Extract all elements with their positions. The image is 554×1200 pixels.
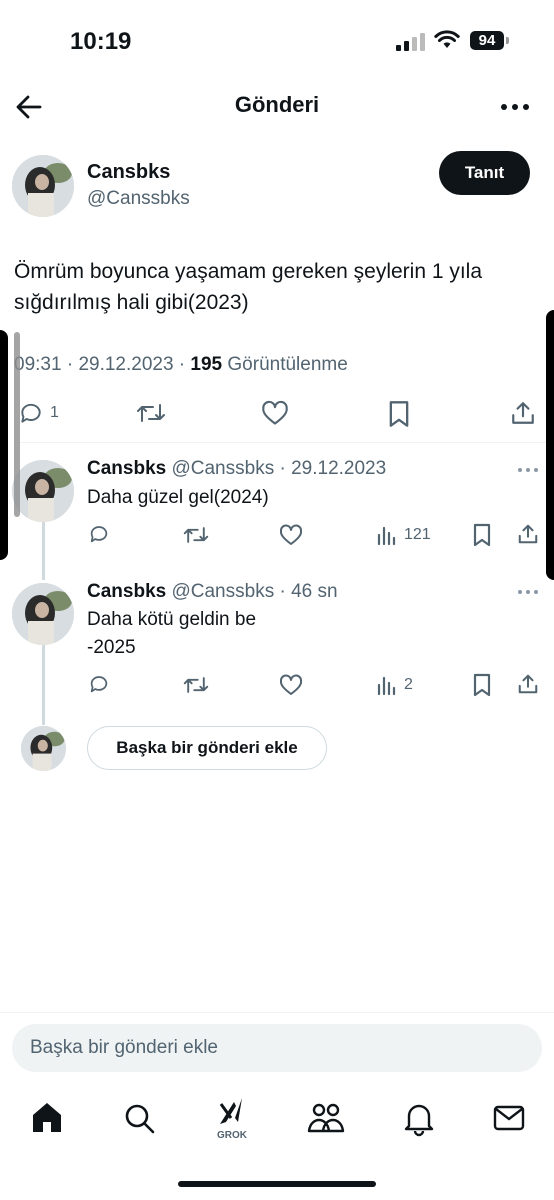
post-time: 09:31 [14, 354, 62, 375]
author-handle[interactable]: @Canssbks [87, 188, 190, 210]
divider [0, 1012, 554, 1013]
reply-button[interactable]: 1 [18, 400, 59, 426]
screen-edge [0, 330, 8, 560]
reply-time: 29.12.2023 [291, 458, 387, 479]
home-icon[interactable] [27, 1098, 67, 1138]
share-icon [518, 674, 538, 694]
status-bar: 10:19 94 [0, 0, 554, 80]
add-post-button[interactable]: Başka bir gönderi ekle [87, 726, 327, 770]
avatar [21, 726, 66, 771]
reply-text-line-1: Daha kötü geldin be [87, 609, 257, 630]
share-button[interactable] [510, 400, 536, 426]
repost-icon [183, 527, 209, 543]
views-label[interactable]: Görüntülenme [227, 354, 347, 375]
reply-author-name[interactable]: Cansbks [87, 581, 166, 602]
like-button[interactable] [261, 400, 289, 426]
compose-input[interactable]: Başka bir gönderi ekle [12, 1024, 542, 1072]
reply-button[interactable] [88, 523, 110, 545]
thread-line [42, 645, 45, 725]
divider [14, 442, 554, 443]
scrollbar[interactable] [14, 332, 20, 517]
reply-icon [90, 676, 108, 693]
repost-icon [137, 404, 165, 422]
reply-count: 1 [50, 404, 59, 421]
avatar[interactable] [12, 155, 74, 217]
thread-line [42, 522, 45, 580]
post-meta: 09:31 · 29.12.2023 · 195 Görüntülenme [14, 354, 348, 375]
repost-button[interactable] [183, 674, 209, 696]
repost-button[interactable] [183, 524, 209, 546]
home-indicator [178, 1181, 376, 1187]
screen: 10:19 94 Gönderi Cansbks @Canssbks Tanıt… [0, 0, 554, 1200]
post-date: 29.12.2023 [78, 354, 174, 375]
author-name[interactable]: Cansbks [87, 161, 170, 184]
reply-time: 46 sn [291, 581, 338, 602]
battery-level: 94 [470, 31, 504, 50]
repost-button[interactable] [136, 400, 166, 426]
grok-label: GROK [217, 1130, 247, 1141]
notifications-icon[interactable] [399, 1098, 439, 1138]
repost-icon [183, 677, 209, 693]
avatar[interactable] [12, 460, 74, 522]
post-text: Ömrüm boyunca yaşamam gereken şeylerin 1… [14, 260, 483, 314]
bookmark-button[interactable] [472, 523, 492, 547]
signal-icon [396, 33, 426, 51]
bookmark-icon [389, 401, 409, 427]
status-time: 10:19 [70, 28, 132, 55]
views-icon [377, 526, 396, 546]
reply-header: Cansbks @Canssbks · 46 sn [87, 581, 338, 602]
bookmark-button[interactable] [387, 400, 411, 428]
more-icon[interactable] [516, 465, 540, 475]
more-icon[interactable] [498, 92, 532, 122]
reply-button[interactable] [88, 673, 110, 695]
messages-icon[interactable] [489, 1098, 529, 1138]
reply-header: Cansbks @Canssbks · 29.12.2023 [87, 458, 387, 479]
share-icon [512, 402, 534, 424]
views-button[interactable]: 2 [376, 674, 413, 696]
like-icon [262, 400, 288, 425]
screen-edge [546, 310, 554, 580]
views-count: 121 [404, 526, 431, 543]
reply-author-name[interactable]: Cansbks [87, 458, 166, 479]
share-button[interactable] [517, 523, 539, 545]
views-count: 2 [404, 676, 413, 693]
bookmark-button[interactable] [472, 673, 492, 697]
like-button[interactable] [279, 524, 303, 546]
reply-handle[interactable]: @Canssbks [171, 581, 274, 602]
communities-icon[interactable] [306, 1098, 346, 1138]
battery-tip [506, 37, 509, 44]
reply-icon [21, 403, 41, 423]
reply-handle[interactable]: @Canssbks [171, 458, 274, 479]
top-nav: Gönderi [0, 80, 554, 135]
views-button[interactable]: 121 [376, 524, 431, 546]
share-icon [518, 524, 538, 544]
search-icon[interactable] [119, 1098, 159, 1138]
page-title: Gönderi [234, 92, 320, 117]
share-button[interactable] [517, 673, 539, 695]
bookmark-icon [473, 673, 491, 697]
views-icon [377, 676, 396, 696]
reply-icon [90, 526, 108, 543]
more-icon[interactable] [516, 587, 540, 597]
wifi-icon [434, 30, 460, 48]
reply-text: Daha güzel gel(2024) [87, 487, 269, 508]
grok-icon[interactable] [212, 1092, 252, 1132]
like-icon [279, 674, 303, 695]
bookmark-icon [473, 523, 491, 547]
follow-button[interactable]: Tanıt [439, 151, 530, 195]
like-button[interactable] [279, 674, 303, 696]
like-icon [279, 524, 303, 545]
avatar[interactable] [12, 583, 74, 645]
reply-text-line-2: -2025 [87, 637, 136, 658]
views-count: 195 [190, 354, 223, 375]
